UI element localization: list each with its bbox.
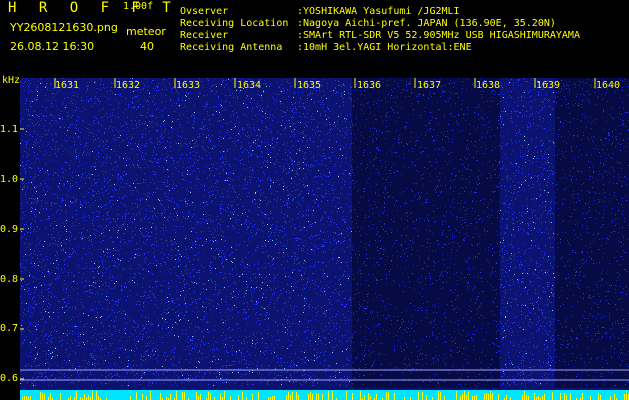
y-tick-label: 1.0 (0, 174, 19, 185)
x-tick-label: 1633 (176, 80, 201, 91)
meta-antenna-value: :10mH 3el.YAGI Horizontal:ENE (297, 42, 472, 53)
x-tick-label: 1635 (297, 80, 322, 91)
spectrogram-canvas (20, 78, 629, 400)
meta-receiver-label: Receiver (180, 30, 229, 41)
x-tick-label: 1631 (55, 80, 80, 91)
meteor-label: meteor (126, 25, 166, 38)
meta-location-value: :Nagoya Aichi-pref. JAPAN (136.90E, 35.2… (297, 18, 556, 29)
x-tick-label: 1637 (417, 80, 442, 91)
y-axis-unit: kHz (2, 75, 21, 86)
x-tick-label: 1632 (116, 80, 141, 91)
baseline-bar (20, 390, 629, 400)
x-tick-label: 1639 (536, 80, 561, 91)
spectrogram (20, 78, 629, 400)
y-tick-label: 0.8 (0, 274, 19, 285)
meta-observer: Ovserver (180, 7, 228, 17)
y-tick-label: 1.1 (0, 124, 19, 135)
meta-location-label: Receiving Location (180, 18, 289, 29)
x-tick-label: 1634 (237, 80, 262, 91)
meta-receiver-value: :SMArt RTL-SDR V5 52.905MHz USB HIGASHIM… (297, 30, 580, 41)
x-tick-label: 1640 (596, 80, 621, 91)
y-tick-label: 0.7 (0, 323, 19, 334)
filename-label: YY2608121630.png (10, 21, 118, 34)
header-bar: H R O F F T 1.00f YY2608121630.png meteo… (0, 0, 629, 75)
datetime-label: 26.08.12 16:30 (10, 40, 95, 53)
meta-antenna-label: Receiving Antenna (180, 42, 283, 53)
meteor-count: 40 (140, 40, 154, 53)
meta-observer-label: Ovserver (180, 6, 229, 17)
app-version: 1.00f (123, 1, 154, 12)
quiet-band (555, 78, 629, 388)
spectrogram-background (20, 78, 629, 400)
y-tick-label: 0.6 (0, 373, 19, 384)
x-tick-label: 1636 (357, 80, 382, 91)
x-tick-label: 1638 (476, 80, 501, 91)
y-tick-label: 0.9 (0, 224, 19, 235)
meta-observer-value: :YOSHIKAWA Yasufumi /JG2MLI (297, 6, 460, 17)
